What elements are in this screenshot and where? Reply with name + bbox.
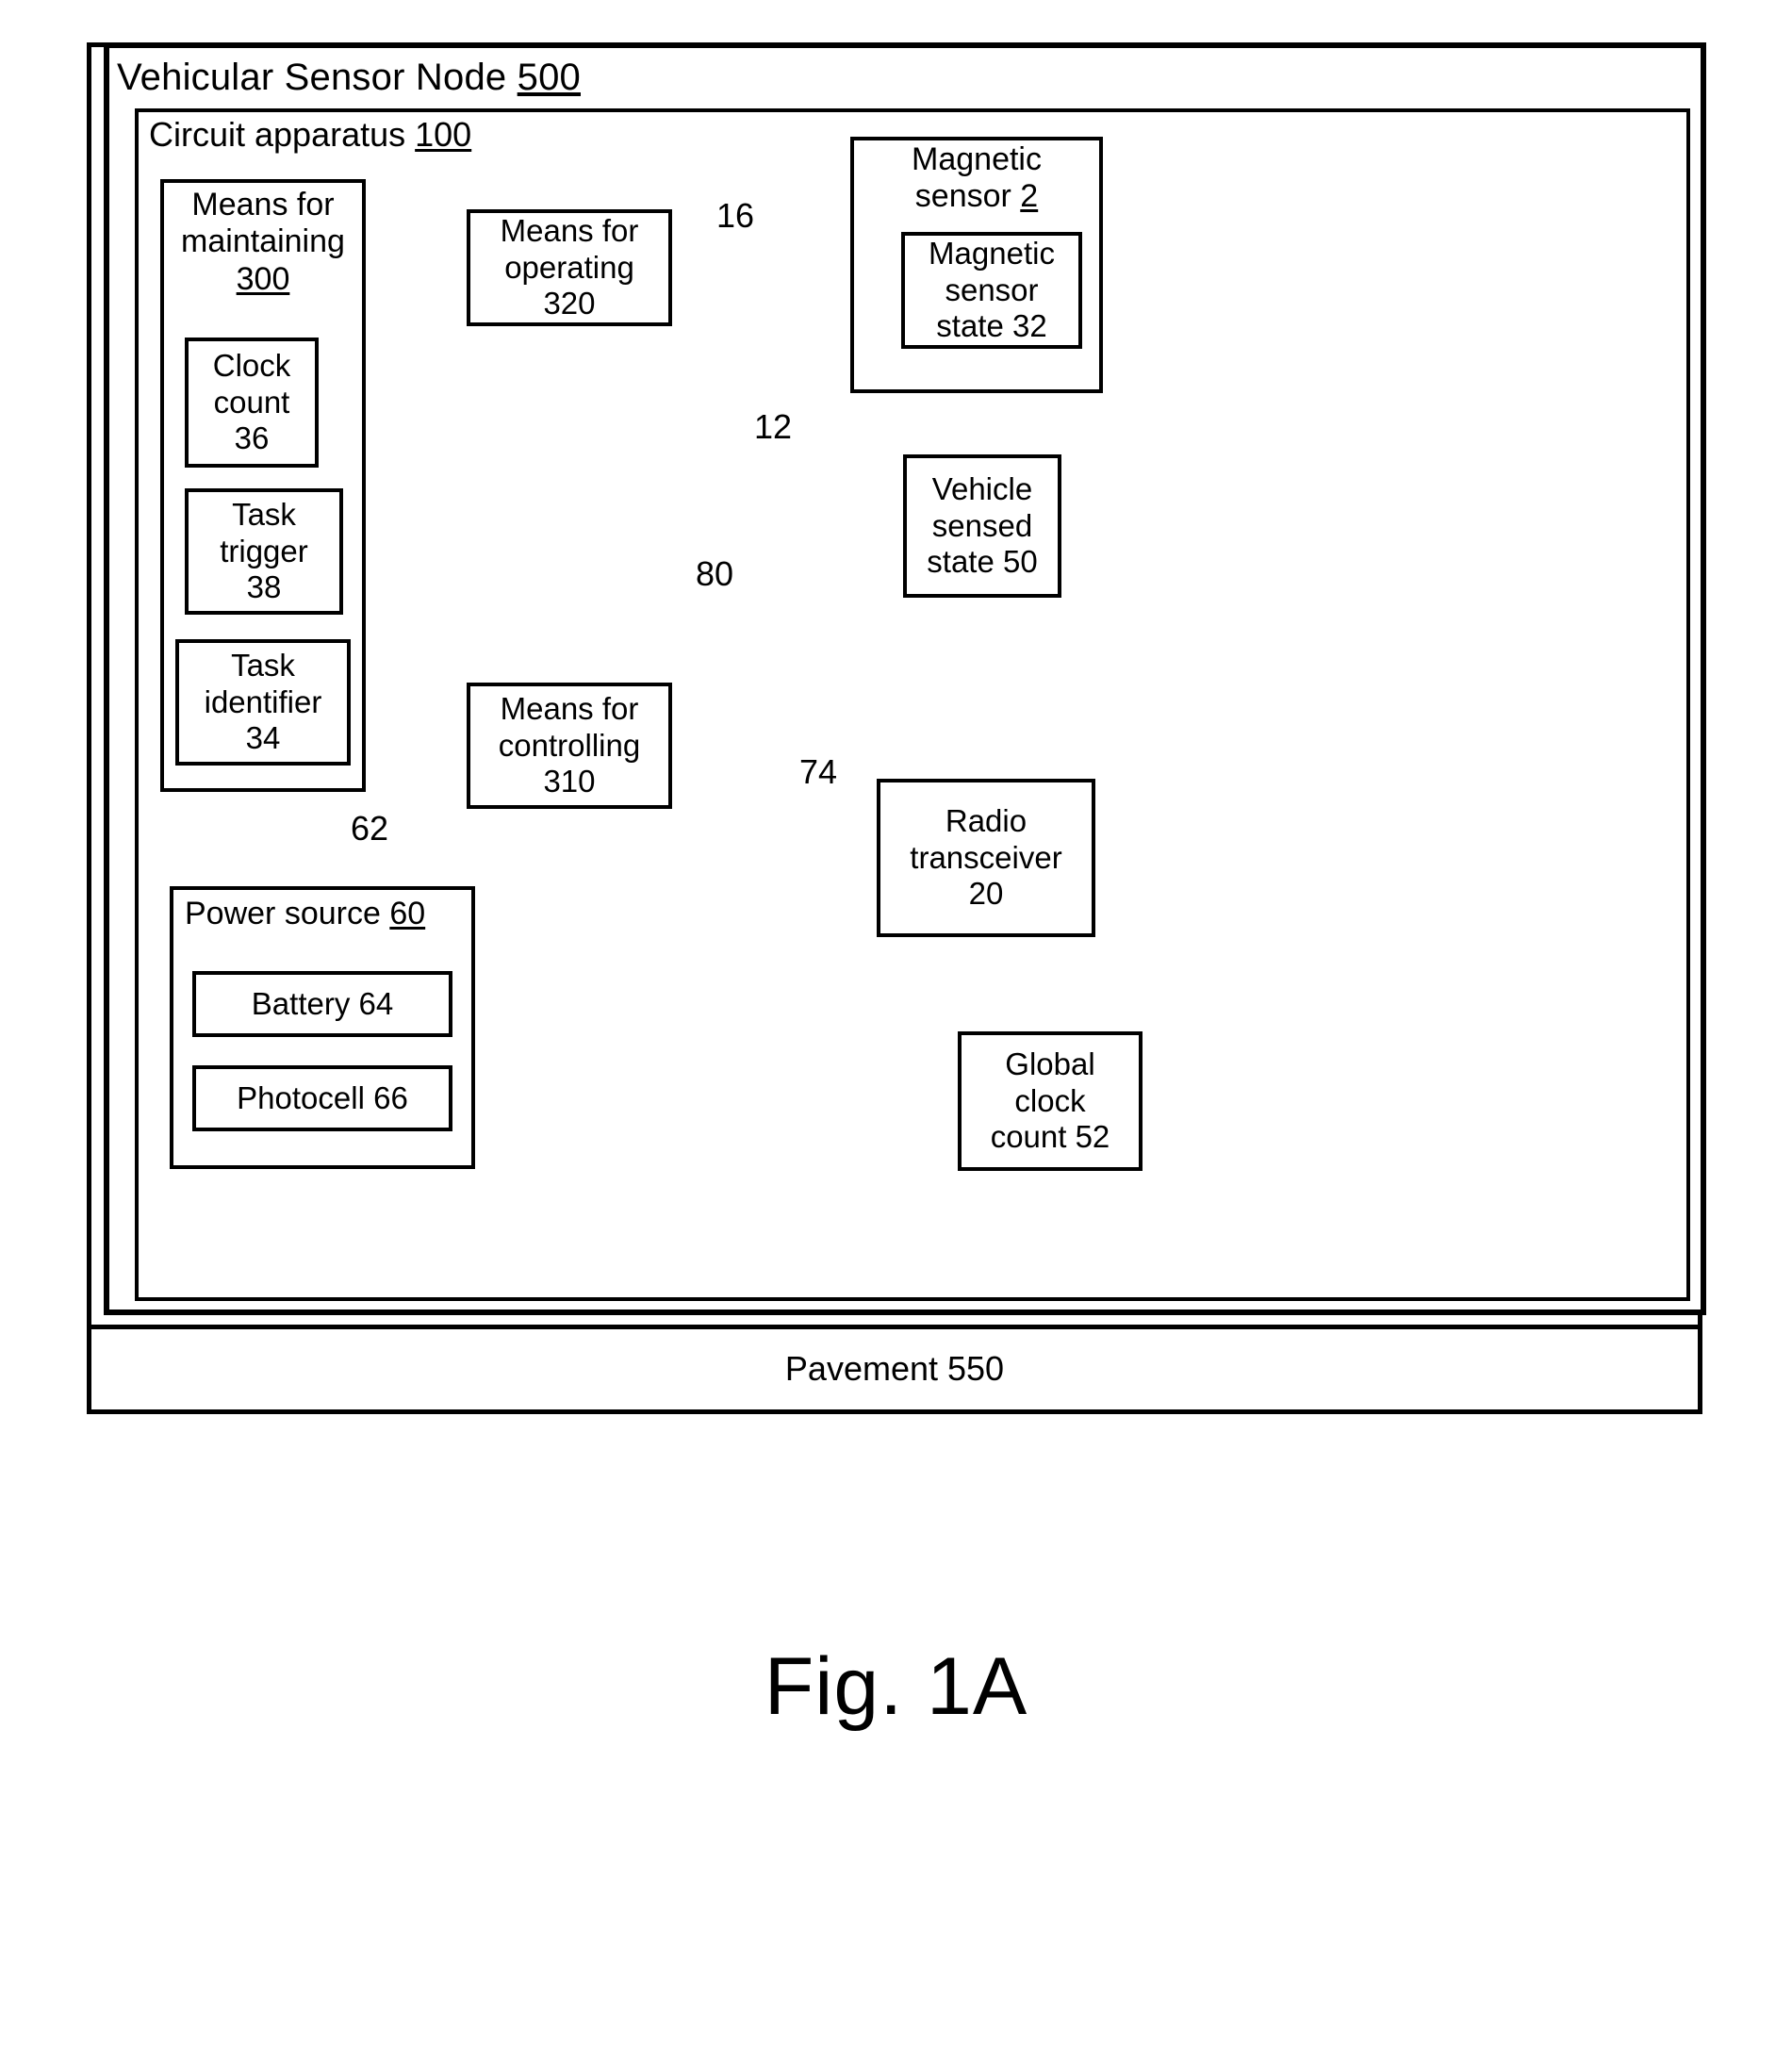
node-label-text: Vehicular Sensor Node	[117, 57, 518, 98]
mo-number: 320	[543, 286, 596, 321]
task-identifier-box: Task identifier 34	[175, 639, 351, 766]
magnetic-sensor-state-box: Magnetic sensor state 32	[901, 232, 1082, 349]
circuit-label-text: Circuit apparatus	[149, 115, 416, 154]
ms-line1: Magnetic	[912, 141, 1042, 177]
node-label-number: 500	[517, 57, 581, 98]
means-for-operating-box: Means for operating 320	[467, 209, 672, 326]
reference-numeral-74: 74	[799, 752, 838, 791]
clock-count-label: Clock count 36	[213, 348, 291, 458]
mm-line1: Means for	[191, 187, 335, 222]
means-for-controlling-label: Means for controlling 310	[499, 691, 640, 801]
clock-count-box: Clock count 36	[185, 338, 319, 468]
task-trigger-line2: trigger	[220, 533, 308, 568]
means-for-controlling-box: Means for controlling 310	[467, 683, 672, 809]
circuit-label-number: 100	[415, 115, 472, 154]
reference-numeral-16: 16	[716, 196, 755, 235]
mm-line2: maintaining	[181, 223, 345, 260]
vss-line1: Vehicle	[931, 470, 1033, 506]
task-identifier-line1: Task	[231, 647, 295, 683]
vss-line3: state 50	[927, 544, 1038, 580]
radio-transceiver-label: Radio transceiver 20	[910, 803, 1061, 914]
mss-line1: Magnetic	[929, 235, 1055, 271]
clock-count-number: 36	[234, 420, 270, 456]
ms-line2-wrap: sensor 2	[856, 178, 1097, 215]
clock-count-line2: count	[213, 384, 290, 420]
gc-line1: Global	[1005, 1046, 1095, 1081]
task-trigger-line1: Task	[232, 496, 296, 532]
gc-line2: clock	[1014, 1082, 1086, 1118]
vehicle-sensed-state-box: Vehicle sensed state 50	[903, 454, 1061, 598]
means-for-operating-label: Means for operating 320	[501, 213, 639, 323]
task-trigger-number: 38	[246, 569, 282, 605]
mc-line1: Means for	[500, 690, 639, 726]
ms-line2: sensor	[914, 178, 1021, 215]
rt-line1: Radio	[945, 802, 1028, 838]
radio-transceiver-box: Radio transceiver 20	[877, 779, 1095, 937]
task-identifier-number: 34	[245, 720, 281, 756]
vehicle-sensed-state-label: Vehicle sensed state 50	[927, 471, 1037, 582]
photocell-box: Photocell 66	[192, 1065, 452, 1131]
pavement-label: Pavement 550	[784, 1349, 1005, 1389]
power-source-label: Power source 60	[185, 896, 425, 932]
means-for-maintaining-label: Means for maintaining 300	[166, 187, 360, 298]
ps-label-number: 60	[389, 896, 426, 931]
circuit-apparatus-label: Circuit apparatus 100	[149, 115, 471, 155]
rt-number: 20	[968, 876, 1004, 912]
task-trigger-label: Task trigger 38	[220, 497, 308, 607]
mm-number: 300	[236, 260, 290, 297]
task-identifier-label: Task identifier 34	[205, 648, 322, 758]
ms-number: 2	[1020, 178, 1039, 215]
task-trigger-box: Task trigger 38	[185, 488, 343, 615]
figure-caption: Fig. 1A	[764, 1641, 1028, 1732]
vehicular-sensor-node-label: Vehicular Sensor Node 500	[117, 57, 581, 99]
photocell-label: Photocell 66	[237, 1079, 408, 1115]
task-identifier-line2: identifier	[204, 684, 322, 719]
mss-line2: sensor	[945, 272, 1039, 307]
reference-numeral-62: 62	[351, 809, 389, 848]
mo-line1: Means for	[500, 212, 639, 248]
battery-box: Battery 64	[192, 971, 452, 1037]
gc-line3: count 52	[990, 1119, 1110, 1155]
reference-numeral-12: 12	[754, 407, 793, 446]
patent-figure-page: Vehicular Sensor Node 500 Circuit appara…	[0, 0, 1792, 2059]
pavement-box: Pavement 550	[87, 1325, 1702, 1414]
global-clock-count-box: Global clock count 52	[958, 1031, 1143, 1171]
mc-number: 310	[543, 764, 596, 799]
magnetic-sensor-label: Magnetic sensor 2	[856, 141, 1097, 216]
vss-line2: sensed	[931, 507, 1033, 543]
rt-line2: transceiver	[910, 839, 1062, 875]
mo-line2: operating	[504, 249, 634, 285]
mss-line3: state 32	[936, 308, 1047, 344]
battery-label: Battery 64	[251, 985, 394, 1021]
ps-label-text: Power source	[185, 896, 390, 931]
clock-count-line1: Clock	[212, 347, 291, 383]
mc-line2: controlling	[498, 727, 641, 763]
reference-numeral-80: 80	[696, 554, 734, 593]
global-clock-count-label: Global clock count 52	[991, 1046, 1110, 1157]
magnetic-sensor-state-label: Magnetic sensor state 32	[929, 236, 1055, 346]
